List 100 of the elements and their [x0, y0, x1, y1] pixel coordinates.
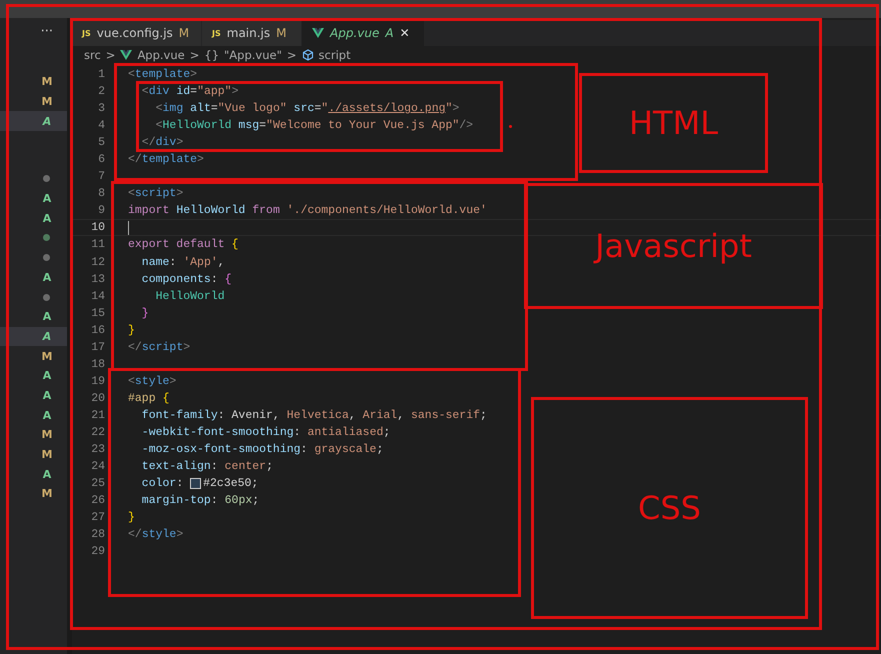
code-line: HelloWorld — [154, 290, 225, 303]
annotation-label: HTML — [628, 104, 718, 142]
line-number: 15 — [90, 306, 105, 320]
code-line: name: 'App', — [140, 256, 225, 269]
code-line: -moz-osx-font-smoothing: grayscale; — [140, 443, 384, 456]
more-actions-button[interactable]: ··· — [0, 18, 67, 46]
code-line: <img alt="Vue logo" src="./assets/logo.png"> — [154, 102, 460, 116]
line-number: 22 — [90, 426, 105, 439]
code-line: <template> — [128, 68, 198, 82]
line-number: 26 — [90, 494, 105, 508]
line-number: 13 — [90, 272, 105, 286]
line-number: 4 — [97, 119, 105, 132]
annotation-label: Javascript — [595, 227, 752, 265]
git-status-label: M — [41, 350, 53, 363]
line-number: 5 — [97, 136, 105, 150]
line-number: 20 — [90, 392, 105, 405]
breadcrumb-separator: > — [286, 48, 297, 62]
editor-tab[interactable]: App.vue A ✕ — [302, 20, 425, 46]
code-line: <HelloWorld msg="Welcome to Your Vue.js App"/> — [154, 119, 474, 132]
file-row[interactable]: A — [0, 306, 67, 327]
editor-tab[interactable]: JS vue.config.js M — [72, 20, 202, 46]
breadcrumb-item[interactable]: src — [84, 48, 101, 62]
line-number: 19 — [90, 374, 105, 388]
file-row[interactable]: A — [0, 326, 67, 346]
git-status-label: A — [42, 212, 52, 225]
git-status-label: A — [42, 369, 52, 382]
line-number: 18 — [90, 358, 105, 371]
code-line: -webkit-font-smoothing: antialiased; — [140, 426, 390, 439]
git-status-label: M — [41, 95, 53, 108]
code-line: } — [128, 511, 135, 524]
code-line: </script> — [128, 340, 190, 354]
file-row[interactable]: M — [0, 484, 67, 504]
line-number: 21 — [90, 408, 105, 422]
text-cursor — [128, 220, 129, 235]
file-row[interactable]: M — [0, 425, 67, 445]
code-line: export default { — [128, 238, 238, 252]
git-status-label: A — [42, 388, 52, 402]
file-row[interactable]: A — [0, 464, 67, 484]
code-line: } — [140, 306, 149, 320]
git-status-label: M — [41, 428, 53, 442]
annotation-label: CSS — [638, 489, 701, 527]
editor-tab[interactable]: JS main.js M — [202, 20, 302, 46]
line-number: 24 — [90, 460, 105, 474]
line-number: 25 — [90, 477, 105, 490]
breadcrumb-item[interactable]: script — [318, 48, 351, 62]
color-swatch[interactable] — [190, 478, 202, 490]
js-file-icon: JS — [212, 28, 221, 38]
code-line: </div> — [140, 136, 184, 150]
file-row[interactable]: M — [0, 92, 67, 112]
git-status-label: M — [41, 487, 53, 500]
js-file-icon: JS — [82, 28, 91, 38]
file-row[interactable]: A — [0, 268, 67, 288]
git-status-label: A — [41, 114, 52, 128]
line-number: 6 — [97, 153, 105, 166]
breadcrumb-item[interactable]: App.vue — [137, 48, 185, 62]
git-status-label: A — [42, 408, 52, 422]
breadcrumb-item[interactable]: "App.vue" — [224, 48, 282, 62]
code-line: </template> — [128, 153, 204, 166]
file-row[interactable]: M — [0, 346, 67, 366]
line-number: 11 — [90, 238, 105, 252]
code-line: } — [128, 324, 135, 337]
file-row[interactable]: A — [0, 111, 67, 132]
git-status-label: A — [42, 310, 52, 324]
line-number: 3 — [97, 102, 105, 116]
line-number: 8 — [97, 187, 105, 200]
line-number: 29 — [90, 545, 105, 558]
file-row[interactable]: M — [0, 444, 67, 464]
breadcrumb-item[interactable]: {} — [204, 48, 220, 62]
file-row[interactable]: A — [0, 366, 67, 386]
line-number: 2 — [97, 85, 105, 98]
file-row[interactable]: M — [0, 72, 67, 92]
code-line: import HelloWorld from './components/HelloWorld.vue' — [128, 204, 487, 218]
code-line: </style> — [128, 528, 184, 542]
line-number: 27 — [90, 511, 105, 524]
git-status-label: A — [42, 270, 52, 284]
file-row[interactable]: A — [0, 405, 67, 425]
code-line: <script> — [128, 187, 184, 200]
breadcrumb-separator: > — [106, 48, 116, 62]
code-line: font-family: Avenir, Helvetica, Arial, sans-serif; — [140, 408, 487, 422]
file-row[interactable]: A — [0, 208, 67, 228]
cube-icon — [302, 49, 314, 61]
git-status-label: A — [41, 330, 52, 343]
breadcrumb-separator: > — [190, 48, 200, 62]
line-number: 7 — [97, 170, 105, 184]
line-number: 16 — [90, 324, 105, 337]
code-line: <style> — [128, 374, 176, 388]
code-line: #app { — [128, 392, 170, 405]
annotation-dot — [509, 125, 512, 128]
line-number: 14 — [90, 290, 105, 303]
close-icon[interactable]: ✕ — [400, 26, 410, 40]
file-row[interactable]: A — [0, 188, 67, 208]
line-number: 12 — [90, 256, 105, 269]
file-row[interactable]: A — [0, 386, 67, 406]
code-line: margin-top: 60px; — [140, 494, 260, 508]
line-number: 9 — [97, 204, 105, 218]
git-status-label: A — [42, 192, 52, 206]
code-line: components: { — [140, 272, 232, 286]
code-line: text-align: center; — [140, 460, 273, 474]
code-line: color: #2c3e50; — [140, 477, 258, 490]
vue-file-icon — [120, 50, 132, 60]
